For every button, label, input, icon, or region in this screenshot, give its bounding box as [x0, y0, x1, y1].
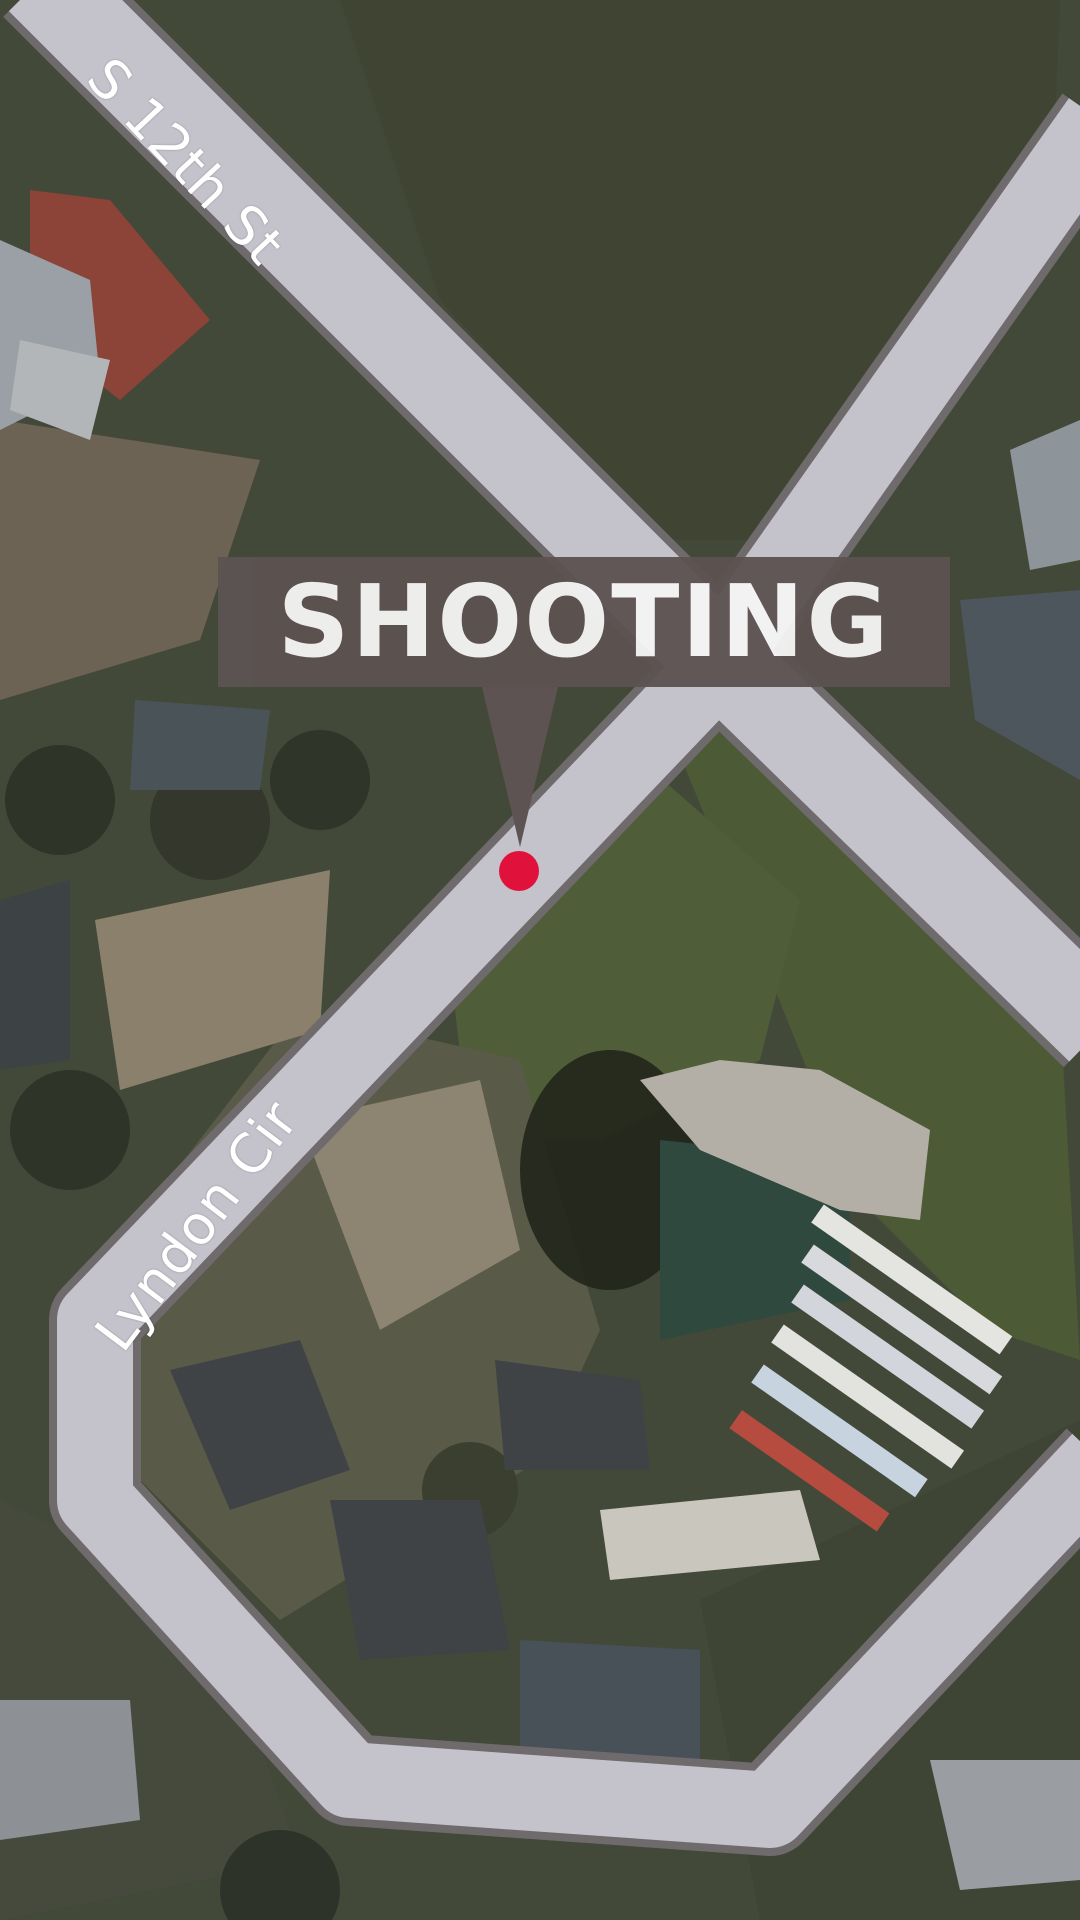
location-dot-icon	[499, 851, 539, 891]
incident-callout: SHOOTING	[218, 557, 950, 687]
satellite-imagery	[0, 0, 1080, 1920]
callout-pointer	[482, 687, 558, 847]
satellite-map[interactable]: S 12th St Lyndon Cir SHOOTING	[0, 0, 1080, 1920]
incident-callout-label: SHOOTING	[277, 563, 891, 680]
